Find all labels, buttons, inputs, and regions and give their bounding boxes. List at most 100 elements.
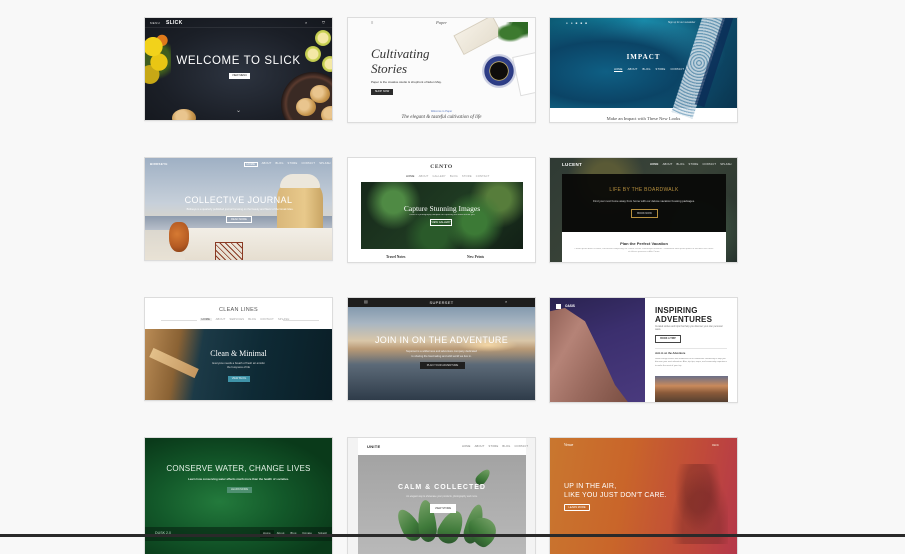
nav-item: CONTACT — [702, 163, 717, 166]
nav-item: HOME — [406, 175, 415, 178]
template-card-cento[interactable]: CENTO HOME ABOUT GALLERY BLOG STORE CONT… — [347, 157, 536, 263]
chevron-down-icon: ⌄ — [236, 108, 242, 114]
template-card-oasis[interactable]: OASIS INSPIRING ADVENTURES Curated stori… — [549, 297, 738, 403]
facebook-icon: ● — [570, 21, 573, 25]
site-logo: BIRDSEYE — [150, 162, 168, 166]
section-title: Make an Impact with These New Looks — [606, 116, 681, 121]
railing-image — [215, 242, 243, 260]
view-gallery-button: VIEW GALLERY — [430, 219, 452, 226]
site-logo: Venue — [564, 443, 574, 447]
nav-item: CONTACT — [475, 175, 490, 178]
nav-item: BLOG — [275, 162, 284, 165]
plan-adventure-button: PLAN YOUR ADVENTURE — [420, 362, 465, 369]
read-more-button: READ MORE — [226, 216, 252, 223]
hero-headline-line2: Stories — [371, 61, 408, 76]
canyon-image — [655, 376, 728, 402]
hero-subtitle: An elegant way to showcase your products… — [406, 495, 478, 498]
hero-headline-line1: UP IN THE AIR, — [564, 483, 617, 490]
eyebrow-text: Welcome to Paper — [430, 110, 453, 113]
person-silhouette-image — [668, 464, 728, 544]
nav-item: CONTACT — [670, 68, 685, 71]
template-card-lucent[interactable]: LUCENT HOME ABOUT BLOG STORE CONTACT SPL… — [549, 157, 738, 263]
cookie-image — [321, 106, 332, 120]
nav-item: ABOUT — [215, 318, 226, 321]
hero-headline: LIFE BY THE BOARDWALK — [609, 187, 679, 193]
nav-item: SPLASH — [319, 162, 331, 165]
nav-item: HOME — [614, 68, 623, 71]
hero-subtitle-line1: Everyone needs a breath of fresh air ami… — [212, 362, 265, 365]
nav-item: STORE — [488, 445, 499, 448]
nav-item: ABOUT — [627, 68, 638, 71]
nav-item: BLOG — [676, 163, 685, 166]
cookie-image — [296, 98, 316, 116]
nav-item: HOME — [200, 318, 212, 321]
nav-item: ABOUT — [418, 175, 429, 178]
menu-label: MENU — [150, 21, 161, 25]
nav-item: SERVICES — [229, 318, 245, 321]
nav-item: ABOUT — [662, 163, 673, 166]
hero-headline-line1: Cultivating — [371, 46, 430, 61]
hero-subtitle: Birdseye is a quarterly published journa… — [186, 208, 294, 211]
search-icon: ⌕ — [305, 20, 308, 25]
nav-item: CONTACT — [260, 318, 274, 321]
hero-subtitle-line1: Superset is a wilderness and adventure c… — [405, 350, 478, 353]
nav-item: BLOG — [642, 68, 651, 71]
search-icon: ⌕ — [505, 299, 508, 304]
template-card-slick[interactable]: MENU SLICK ⌕ ⛉ WELCOME TO SLICK VIEW MEN… — [144, 17, 333, 121]
hero-headline-line1: INSPIRING — [655, 306, 698, 315]
nav-item: HOME — [650, 163, 659, 166]
site-nav: HOME ABOUT GALLERY BLOG STORE CONTACT — [406, 175, 490, 178]
nav-item: CONTACT — [301, 162, 316, 165]
section-title: Join in on the Adventure — [655, 352, 686, 355]
template-card-clean-lines[interactable]: CLEAN LINES HOME ABOUT SERVICES BLOG CON… — [144, 297, 333, 401]
hero-headline: COLLECTIVE JOURNAL — [184, 195, 293, 205]
template-card-impact[interactable]: ● ● ■ ■ ■ Sign up for our newsletter IMP… — [549, 17, 738, 123]
hero-headline: WELCOME TO SLICK — [176, 55, 301, 67]
menu-label: MENU — [712, 444, 720, 447]
hero-subtitle: Find your next home away from home with … — [593, 199, 695, 203]
pinterest-icon: ■ — [580, 21, 583, 25]
hero-subtitle: Paper is the creative studio & shopfront… — [371, 80, 442, 84]
view-blog-button: VIEW BLOG — [228, 376, 250, 382]
newsletter-link: Sign up for our newsletter — [668, 21, 696, 24]
nav-item: ABOUT — [474, 445, 485, 448]
nav-item: STORE — [655, 68, 666, 71]
nav-item: BLOG — [248, 318, 257, 321]
hero-headline: CONSERVE WATER, CHANGE LIVES — [166, 464, 311, 473]
hero-subtitle-line2: the busyness of life — [226, 366, 250, 369]
nav-item: CONTACT — [514, 445, 529, 448]
book-now-button: BOOK NOW — [631, 209, 658, 218]
column-heading: Travel Notes — [386, 255, 406, 259]
hero-headline: Capture Stunning Images — [403, 204, 481, 213]
hero-subtitle: Cento is a photography template for capt… — [408, 214, 476, 216]
shop-now-button: SHOP NOW — [371, 89, 393, 95]
template-card-birdseye[interactable]: BIRDSEYE HOME ABOUT BLOG STORE CONTACT S… — [144, 157, 333, 261]
section-body: Lorem ipsum dolor sit amet, consectetur … — [574, 248, 714, 254]
view-menu-button: VIEW MENU — [229, 73, 250, 79]
hero-headline: Clean & Minimal — [210, 349, 267, 358]
site-logo: UNITE — [367, 444, 381, 449]
column-heading: New Prints — [467, 255, 485, 259]
divider — [655, 348, 727, 349]
nav-item: GALLERY — [432, 175, 446, 178]
lemon-slice-image — [315, 30, 331, 46]
section-title: Plan the Perfect Vacation — [620, 241, 668, 246]
template-card-superset[interactable]: ▤ SUPERSET ⌕ JOIN IN ON THE ADVENTURE Su… — [347, 297, 536, 401]
site-nav: HOME ABOUT BLOG STORE CONTACT SPLASH — [650, 163, 732, 166]
divider — [161, 320, 197, 321]
site-nav: HOME ABOUT BLOG STORE CONTACT — [614, 68, 684, 71]
hero-headline-line2: ADVENTURES — [655, 315, 713, 324]
site-nav: HOME ABOUT BLOG STORE CONTACT SPLASH — [244, 162, 331, 167]
twitter-icon: ● — [566, 21, 568, 25]
nav-item: STORE — [287, 162, 298, 165]
site-logo: CLEAN LINES — [218, 307, 259, 313]
learn-more-button: LEARN MORE — [227, 487, 252, 493]
site-nav: HOME ABOUT STORE BLOG CONTACT — [462, 445, 528, 448]
plant-image — [498, 22, 528, 44]
hero-subtitle-line2: to sharing the fascinating and wild worl… — [411, 355, 472, 358]
template-card-paper[interactable]: ≡ Paper ⌕ Cultivating Stories Paper is t… — [347, 17, 536, 123]
instagram-icon: ■ — [575, 21, 578, 25]
cart-icon: ⛉ — [322, 20, 325, 25]
tagline: The elegant & tasteful cultivation of li… — [401, 115, 482, 120]
white-walls-image — [185, 228, 332, 260]
